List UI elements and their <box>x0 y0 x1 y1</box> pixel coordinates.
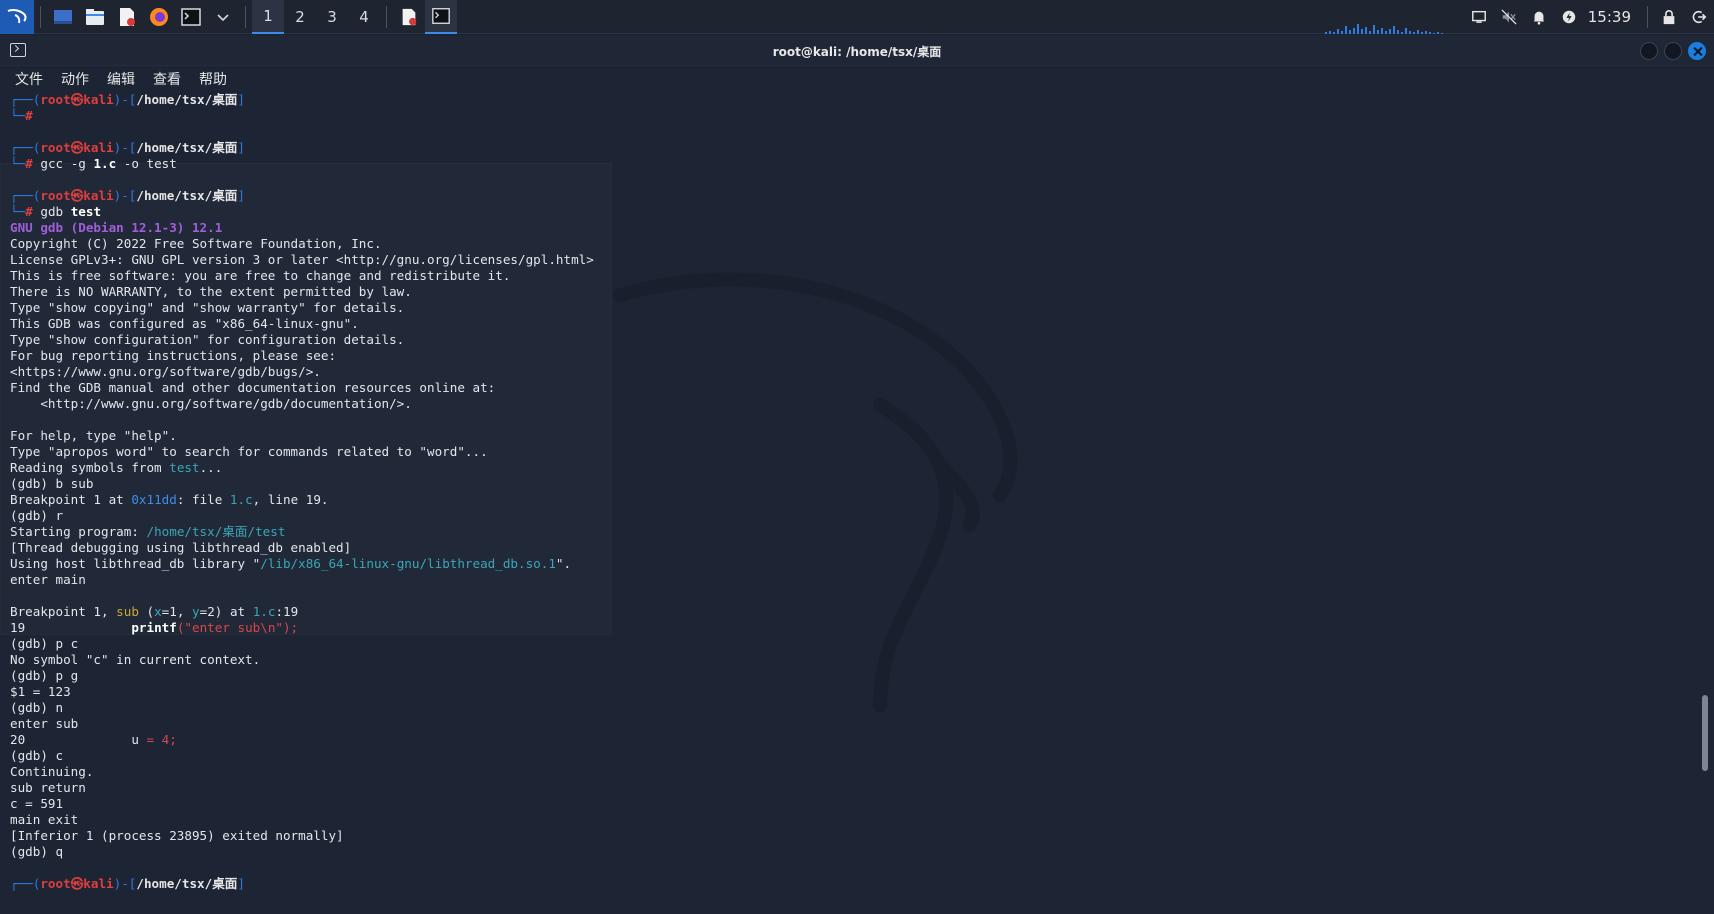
output-line: Reading symbols from test... <box>10 460 223 475</box>
close-button[interactable] <box>1688 42 1706 60</box>
workspace-2[interactable]: 2 <box>284 0 316 34</box>
terminal-icon <box>432 7 450 24</box>
gdb-command-line: (gdb) c <box>10 748 64 763</box>
gdb-command-line: (gdb) n <box>10 700 64 715</box>
output-line: This is free software: you are free to c… <box>10 268 511 283</box>
terminal-window: root@kali: /home/tsx/桌面 文件 动作 编辑 查看 帮助 ┌… <box>0 35 1714 914</box>
output-line: Type "show copying" and "show warranty" … <box>10 300 405 315</box>
menu-file[interactable]: 文件 <box>6 69 52 89</box>
task-text-editor[interactable] <box>393 0 425 34</box>
output-line: enter main <box>10 572 86 587</box>
firefox-icon[interactable] <box>145 3 173 31</box>
output-line: Breakpoint 1, sub (x=1, y=2) at 1.c:19 <box>10 604 299 619</box>
maximize-button[interactable] <box>1664 42 1682 60</box>
power-icon[interactable] <box>1554 0 1584 34</box>
terminal-icon[interactable] <box>177 3 205 31</box>
command-line: └─# gdb test <box>10 204 102 219</box>
output-line: <http://www.gnu.org/software/gdb/documen… <box>10 396 412 411</box>
workspace-4[interactable]: 4 <box>348 0 380 34</box>
prompt-line: ┌──(root㉿kali)-[/home/tsx/桌面] <box>10 876 245 891</box>
terminal-scrollbar[interactable] <box>1702 695 1708 771</box>
mute-icon[interactable] <box>1494 0 1524 34</box>
output-line: [Inferior 1 (process 23895) exited norma… <box>10 828 344 843</box>
gdb-command-line: (gdb) q <box>10 844 64 859</box>
file-manager-icon[interactable] <box>81 3 109 31</box>
output-line: For bug reporting instructions, please s… <box>10 348 337 363</box>
menu-action[interactable]: 动作 <box>52 69 98 89</box>
output-line: [Thread debugging using libthread_db ena… <box>10 540 352 555</box>
taskbar-separator <box>386 5 387 28</box>
source-line: 19 printf("enter sub\n"); <box>10 620 299 635</box>
taskbar-separator <box>1647 6 1648 28</box>
gdb-command-line: (gdb) r <box>10 508 64 523</box>
bell-icon[interactable] <box>1524 0 1554 34</box>
output-line: This GDB was configured as "x86_64-linux… <box>10 316 359 331</box>
output-line: enter sub <box>10 716 79 731</box>
output-line: Type "show configuration" for configurat… <box>10 332 405 347</box>
output-line: Starting program: /home/tsx/桌面/test <box>10 524 286 539</box>
logout-icon[interactable] <box>1684 0 1714 34</box>
command-line: └─# <box>10 108 33 123</box>
menu-bar: 文件 动作 编辑 查看 帮助 <box>0 66 1714 92</box>
output-line: Find the GDB manual and other documentat… <box>10 380 496 395</box>
desktop-icon[interactable] <box>49 3 77 31</box>
taskbar: 1 2 3 4 15:39 <box>0 0 1714 34</box>
lock-icon[interactable] <box>1654 0 1684 34</box>
output-line: No symbol "c" in current context. <box>10 652 261 667</box>
output-line: For help, type "help". <box>10 428 177 443</box>
minimize-button[interactable] <box>1640 42 1658 60</box>
output-line: <https://www.gnu.org/software/gdb/bugs/>… <box>10 364 321 379</box>
source-line: 20 u = 4; <box>10 732 177 747</box>
prompt-line: ┌──(root㉿kali)-[/home/tsx/桌面] <box>10 188 245 203</box>
output-line: Continuing. <box>10 764 94 779</box>
output-line: c = 591 <box>10 796 64 811</box>
output-line: $1 = 123 <box>10 684 71 699</box>
menu-help[interactable]: 帮助 <box>190 69 236 89</box>
taskbar-separator <box>40 5 41 28</box>
chevron-down-icon[interactable] <box>209 3 237 31</box>
output-line: Copyright (C) 2022 Free Software Foundat… <box>10 236 382 251</box>
window-title: root@kali: /home/tsx/桌面 <box>772 45 942 59</box>
display-icon[interactable] <box>1464 0 1494 34</box>
prompt-line: ┌──(root㉿kali)-[/home/tsx/桌面] <box>10 92 245 107</box>
terminal-output[interactable]: ┌──(root㉿kali)-[/home/tsx/桌面] └─# ┌──(ro… <box>0 92 1700 914</box>
output-line: sub return <box>10 780 86 795</box>
output-line: Using host libthread_db library "/lib/x8… <box>10 556 572 571</box>
gdb-command-line: (gdb) b sub <box>10 476 94 491</box>
workspace-3[interactable]: 3 <box>316 0 348 34</box>
command-line: └─# gcc -g 1.c -o test <box>10 156 177 171</box>
text-editor-icon <box>402 8 417 25</box>
output-line: There is NO WARRANTY, to the extent perm… <box>10 284 412 299</box>
output-line: Breakpoint 1 at 0x11dd: file 1.c, line 1… <box>10 492 329 507</box>
window-titlebar[interactable]: root@kali: /home/tsx/桌面 <box>0 35 1714 66</box>
menu-edit[interactable]: 编辑 <box>98 69 144 89</box>
output-line: main exit <box>10 812 79 827</box>
gdb-version-line: GNU gdb (Debian 12.1-3) 12.1 <box>10 220 223 235</box>
workspace-1[interactable]: 1 <box>252 0 284 34</box>
menu-view[interactable]: 查看 <box>144 69 190 89</box>
task-terminal[interactable] <box>425 0 457 34</box>
output-line: License GPLv3+: GNU GPL version 3 or lat… <box>10 252 594 267</box>
clock[interactable]: 15:39 <box>1584 8 1641 26</box>
gdb-command-line: (gdb) p c <box>10 636 79 651</box>
prompt-line: ┌──(root㉿kali)-[/home/tsx/桌面] <box>10 140 245 155</box>
text-editor-icon[interactable] <box>113 3 141 31</box>
taskbar-separator <box>245 5 246 28</box>
gdb-command-line: (gdb) p g <box>10 668 79 683</box>
output-line: Type "apropos word" to search for comman… <box>10 444 488 459</box>
kali-menu-icon[interactable] <box>0 0 34 34</box>
cpu-graph <box>1325 22 1455 34</box>
